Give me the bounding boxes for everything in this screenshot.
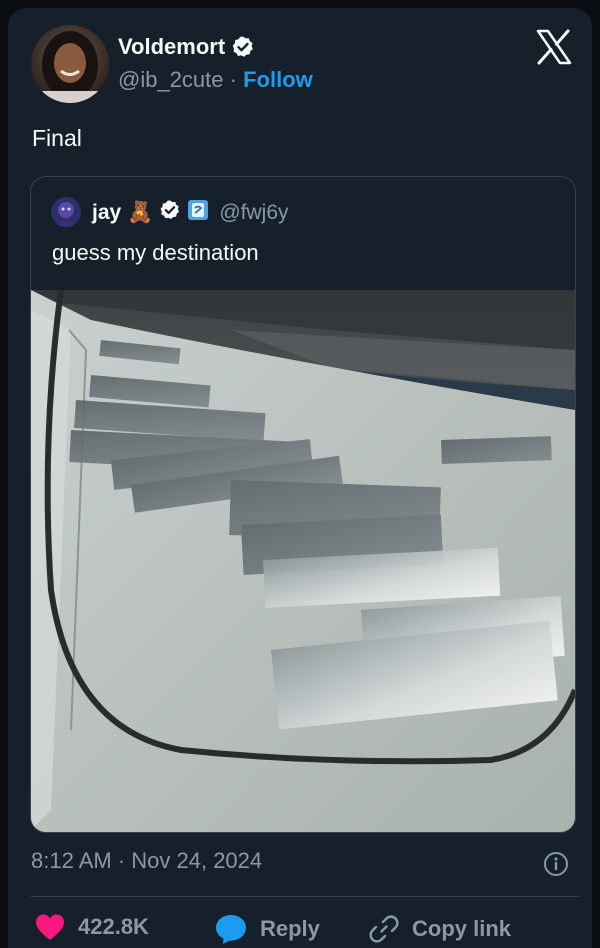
divider <box>31 896 579 897</box>
tweet-embed-card: Voldemort @ib_2cute · Follow Final jay 🧸… <box>8 8 592 948</box>
quoted-tweet-photo[interactable] <box>31 289 575 832</box>
likes-count: 422.8K <box>78 914 149 939</box>
link-icon <box>368 913 400 945</box>
author-handle-line: @ib_2cute · Follow <box>118 67 313 93</box>
tweet-text: Final <box>32 125 82 151</box>
action-bar: 422.8K Reply Copy link <box>8 913 592 948</box>
quoted-handle: @fwj6y <box>219 201 289 224</box>
author-name-row: Voldemort <box>118 34 255 60</box>
verified-badge-icon <box>159 199 181 227</box>
author-handle[interactable]: @ib_2cute <box>118 67 224 92</box>
tweet-timestamp[interactable]: 8:12 AM · Nov 24, 2024 <box>31 848 262 874</box>
reply-label: Reply <box>260 916 320 941</box>
follow-button[interactable]: Follow <box>243 67 313 92</box>
x-logo-icon[interactable] <box>535 28 573 66</box>
reply-button[interactable]: Reply <box>214 913 320 945</box>
verified-badge-icon <box>231 35 255 59</box>
heart-icon <box>34 913 66 941</box>
quoted-tweet-text: guess my destination <box>52 240 259 265</box>
separator-dot: · <box>229 67 237 92</box>
quoted-author-row: jay 🧸 @fwj6y <box>92 199 289 227</box>
affiliate-badge-icon <box>187 199 209 227</box>
author-avatar[interactable] <box>31 25 109 103</box>
quoted-tweet[interactable]: jay 🧸 @fwj6y guess my destination <box>30 176 576 833</box>
teddy-bear-emoji: 🧸 <box>127 201 154 224</box>
quoted-author-avatar <box>51 197 81 227</box>
copy-link-button[interactable]: Copy link <box>368 913 511 945</box>
author-display-name[interactable]: Voldemort <box>118 34 225 60</box>
like-button[interactable]: 422.8K <box>34 913 149 941</box>
quoted-display-name: jay <box>92 201 122 224</box>
copy-link-label: Copy link <box>412 916 512 941</box>
reply-bubble-icon <box>214 913 248 945</box>
info-icon[interactable] <box>543 851 569 877</box>
